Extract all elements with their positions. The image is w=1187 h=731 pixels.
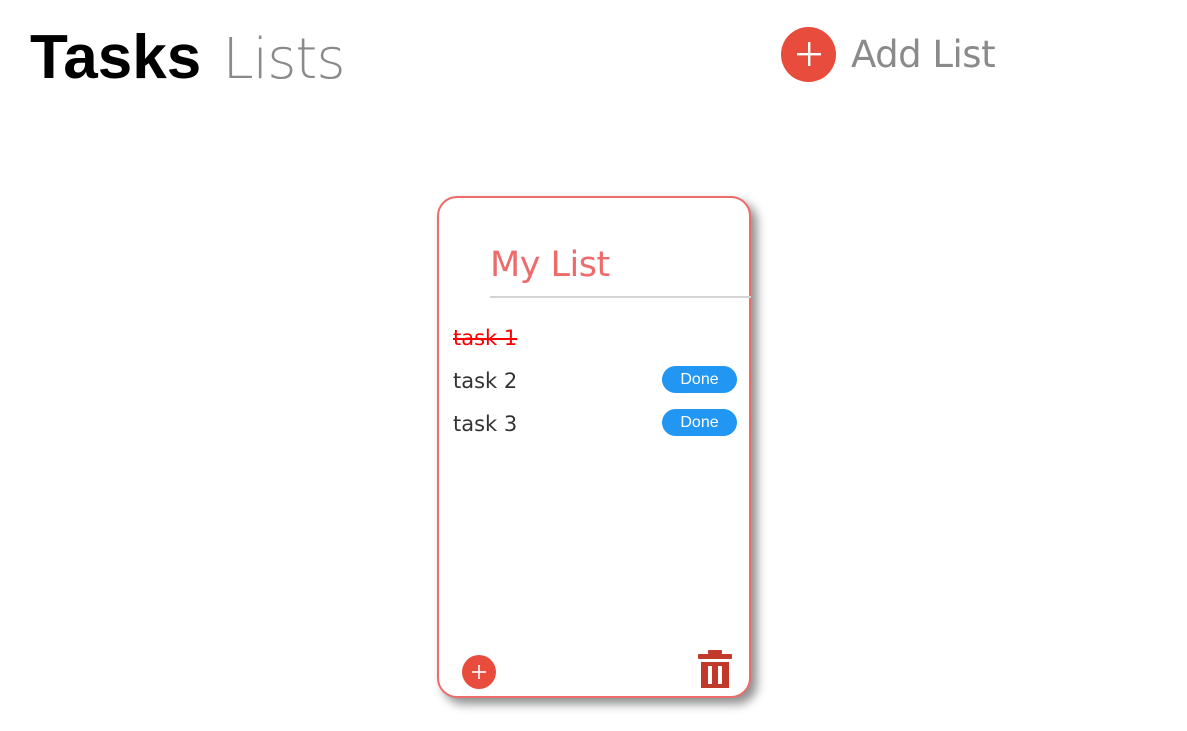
page-title-light: Lists: [222, 27, 345, 92]
page-title: Tasks Lists: [30, 22, 346, 96]
task-row: task 2 Done: [453, 359, 737, 402]
done-button[interactable]: Done: [662, 366, 737, 393]
trash-icon: [698, 650, 732, 688]
page: Tasks Lists Add List My List task 1 task…: [0, 0, 1187, 731]
task-list: task 1 task 2 Done task 3 Done: [453, 316, 737, 445]
task-row: task 3 Done: [453, 402, 737, 445]
add-task-button[interactable]: [462, 655, 496, 689]
delete-list-button[interactable]: [697, 648, 733, 690]
list-card: My List task 1 task 2 Done task 3 Done: [437, 196, 751, 698]
task-label: task 3: [453, 411, 518, 436]
task-row: task 1: [453, 316, 737, 359]
task-label-completed: task 1: [453, 325, 518, 350]
task-label: task 2: [453, 368, 518, 393]
done-button[interactable]: Done: [662, 409, 737, 436]
page-title-bold: Tasks: [30, 23, 202, 92]
add-list-label[interactable]: Add List: [851, 33, 996, 76]
plus-icon: [472, 665, 486, 679]
plus-icon[interactable]: [781, 26, 836, 82]
add-list-button[interactable]: Add List: [781, 26, 996, 82]
list-title[interactable]: My List: [490, 240, 751, 298]
